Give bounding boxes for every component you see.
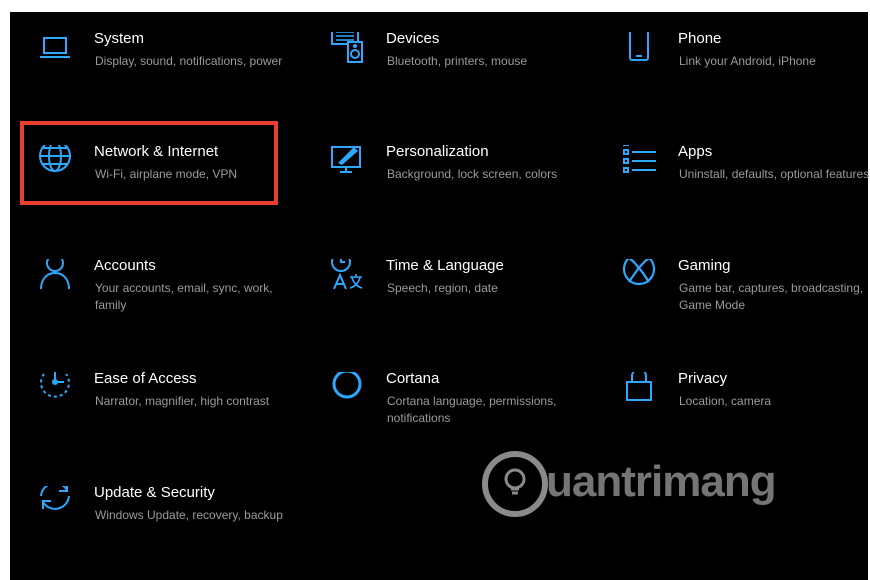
tile-personalization[interactable]: Personalization Background, lock screen,… [328,143,588,225]
tile-description: Location, camera [679,394,772,408]
tile-description: Narrator, magnifier, high contrast [95,394,270,408]
tile-gaming[interactable]: Gaming Game bar, captures, broadcasting,… [620,257,870,339]
tile-description: Your accounts, email, sync, work, family [95,281,273,312]
tile-title: Devices [386,30,440,47]
tile-title: System [94,30,145,47]
tile-title: Gaming [678,257,731,274]
lightbulb-logo-icon [482,451,548,517]
highlight-box [20,121,278,205]
tile-ease-of-access[interactable]: Ease of Access Narrator, magnifier, high… [36,370,296,452]
phone-icon [620,32,658,70]
tile-title: Accounts [94,257,156,274]
tile-description: Link your Android, iPhone [679,54,816,68]
tile-title: Ease of Access [94,370,197,387]
tile-description: Windows Update, recovery, backup [95,508,283,522]
tile-title: Privacy [678,370,728,387]
person-icon [36,259,74,297]
time-language-icon [328,259,366,297]
tile-title: Apps [678,143,713,160]
tile-description: Display, sound, notifications, power [95,54,283,68]
tile-update-security[interactable]: Update & Security Windows Update, recove… [36,484,296,566]
watermark-text: uantrimang [546,457,777,506]
lock-icon [620,372,658,410]
ease-of-access-icon [36,372,74,410]
tile-title: Personalization [386,143,489,160]
list-icon [620,145,658,183]
tile-time-language[interactable]: Time & Language Speech, region, date [328,257,588,339]
tile-accounts[interactable]: Accounts Your accounts, email, sync, wor… [36,257,296,339]
tile-title: Update & Security [94,484,215,501]
tile-description: Uninstall, defaults, optional features [679,167,870,181]
paint-screen-icon [328,145,366,183]
tile-description: Game bar, captures, broadcasting, Game M… [679,281,864,312]
tile-title: Cortana [386,370,440,387]
xbox-icon [620,259,658,297]
laptop-icon [36,32,74,70]
watermark: uantrimang [482,447,782,525]
tile-apps[interactable]: Apps Uninstall, defaults, optional featu… [620,143,870,225]
tile-privacy[interactable]: Privacy Location, camera [620,370,870,452]
tile-description: Speech, region, date [387,281,498,295]
tile-devices[interactable]: Devices Bluetooth, printers, mouse [328,30,588,112]
tile-system[interactable]: System Display, sound, notifications, po… [36,30,296,112]
tile-description: Background, lock screen, colors [387,167,558,181]
sync-icon [36,486,74,524]
keyboard-speaker-icon [328,32,366,70]
tile-description: Bluetooth, printers, mouse [387,54,528,68]
tile-description: Cortana language, permissions, notificat… [387,394,557,425]
tile-title: Time & Language [386,257,504,274]
tile-cortana[interactable]: Cortana Cortana language, permissions, n… [328,370,588,452]
tile-title: Phone [678,30,722,47]
tile-phone[interactable]: Phone Link your Android, iPhone [620,30,870,112]
cortana-icon [328,372,366,410]
